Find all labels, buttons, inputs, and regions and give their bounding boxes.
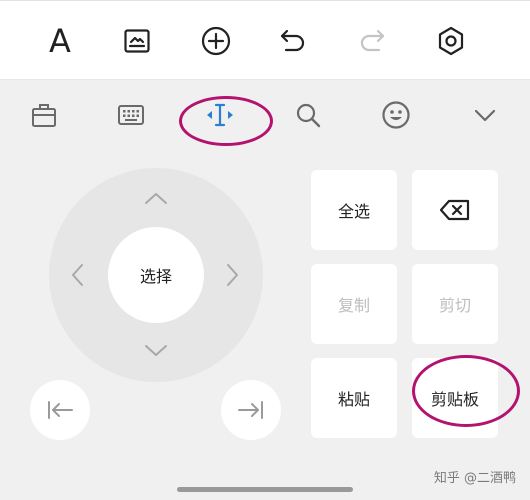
insert-button[interactable] [193,18,239,64]
redo-button[interactable] [349,18,395,64]
dpad-down-button[interactable] [142,340,170,362]
tab-emoji[interactable] [373,93,419,137]
copy-label: 复制 [337,296,370,315]
chevron-up-icon [145,193,167,204]
select-all-label: 全选 [337,202,370,221]
dpad-left-button[interactable] [66,260,88,290]
jump-to-start-icon [48,401,73,419]
cursor-move-icon [207,103,233,127]
tab-cursor-move[interactable] [197,93,243,137]
insert-image-button[interactable] [114,18,160,64]
cut-button[interactable]: 剪切 [412,264,498,344]
watermark: 知乎 @二酒鸭 [433,471,516,486]
tab-toolbox[interactable] [21,93,67,137]
chevron-down-icon [145,345,167,356]
backspace-button[interactable] [412,170,498,250]
settings-hexagon-icon [438,26,464,56]
jump-to-end-icon [238,401,263,419]
text-format-button[interactable]: A [37,18,83,64]
add-circle-icon [201,26,231,56]
paste-label: 粘贴 [337,390,370,409]
keyboard-icon [118,105,144,125]
toolbox-icon [32,104,56,127]
undo-button[interactable] [270,18,316,64]
chevron-right-icon [227,264,238,286]
redo-icon [360,29,385,52]
tab-search[interactable] [285,93,331,137]
search-icon [296,103,321,128]
chevron-left-icon [72,264,83,286]
jump-to-end-button[interactable] [221,380,281,440]
select-button[interactable]: 选择 [108,227,204,323]
backspace-icon [439,199,470,221]
collapse-keyboard-button[interactable] [462,93,508,137]
image-icon [124,29,150,53]
chevron-down-icon [474,109,496,122]
tab-keyboard[interactable] [108,93,154,137]
letter-a-icon: A [49,22,71,60]
undo-icon [280,29,305,52]
select-button-label: 选择 [139,267,172,286]
editor-toolbar: A [0,0,530,80]
settings-button[interactable] [428,18,474,64]
jump-to-start-button[interactable] [30,380,90,440]
emoji-icon [382,101,410,129]
dpad-up-button[interactable] [142,187,170,209]
select-all-button[interactable]: 全选 [311,170,397,250]
copy-button[interactable]: 复制 [311,264,397,344]
clipboard-label: 剪贴板 [430,390,479,409]
home-indicator[interactable] [177,487,353,492]
paste-button[interactable]: 粘贴 [311,358,397,438]
dpad-right-button[interactable] [222,260,244,290]
cut-label: 剪切 [438,296,471,315]
clipboard-button[interactable]: 剪贴板 [412,358,498,438]
